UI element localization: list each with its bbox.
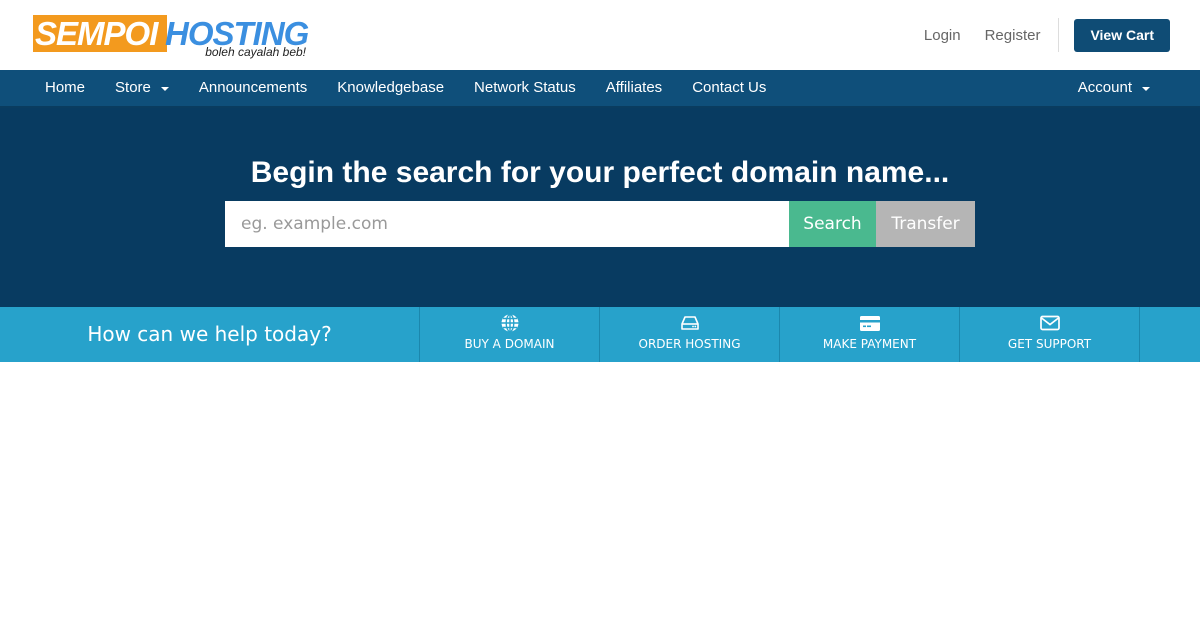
nav-item-network-status[interactable]: Network Status [459,70,591,106]
register-link[interactable]: Register [985,27,1041,44]
nav-item-home[interactable]: Home [30,70,100,106]
domain-search-hero: Begin the search for your perfect domain… [0,108,1200,307]
get-support-link[interactable]: GET SUPPORT [960,307,1140,362]
nav-item-label: Announcements [198,79,308,96]
help-item-label: GET SUPPORT [1007,337,1092,351]
domain-search-form: Search Transfer [225,201,975,247]
divider [1058,18,1060,52]
caret-down-icon [1142,87,1150,91]
help-title: How can we help today? [0,307,420,362]
order-hosting-link[interactable]: ORDER HOSTING [600,307,780,362]
main-nav: Home Store Announcements Knowledgebase N… [0,70,1200,108]
help-bar: How can we help today? BUY A DOMAIN ORDE… [0,307,1200,362]
nav-item-affiliates[interactable]: Affiliates [591,70,677,106]
transfer-button[interactable]: Transfer [876,201,975,247]
envelope-icon [1039,315,1060,331]
make-payment-link[interactable]: MAKE PAYMENT [780,307,960,362]
search-button[interactable]: Search [789,201,876,247]
credit-card-icon [859,316,880,331]
logo[interactable]: SEMPOI HOSTING boleh cayalah beb! [33,15,309,61]
nav-item-label: Affiliates [605,79,663,96]
nav-item-label: Network Status [474,79,576,96]
help-item-label: MAKE PAYMENT [822,337,917,351]
help-item-label: BUY A DOMAIN [464,337,555,351]
nav-item-contact-us[interactable]: Contact Us [677,70,781,106]
domain-search-input[interactable] [225,201,789,247]
buy-domain-link[interactable]: BUY A DOMAIN [420,307,600,362]
nav-item-knowledgebase[interactable]: Knowledgebase [322,70,459,106]
nav-item-store[interactable]: Store [100,70,184,106]
help-bar-filler [1140,307,1200,362]
hero-title: Begin the search for your perfect domain… [250,156,950,189]
globe-icon [501,313,518,333]
top-links: Login Register View Cart [900,18,1170,52]
nav-item-label: Knowledgebase [337,79,445,96]
nav-item-label: Store [115,79,151,96]
help-item-label: ORDER HOSTING [638,337,741,351]
logo-text-sempoi: SEMPOI [35,15,158,52]
view-cart-button[interactable]: View Cart [1074,18,1170,52]
nav-item-announcements[interactable]: Announcements [184,70,322,106]
nav-item-account[interactable]: Account [1063,70,1165,106]
caret-down-icon [160,87,169,91]
nav-item-label: Contact Us [692,79,767,96]
nav-item-label: Home [45,79,86,96]
login-link[interactable]: Login [924,27,961,44]
server-icon [680,316,699,330]
site-header: SEMPOI HOSTING boleh cayalah beb! Login … [0,0,1200,70]
nav-item-label: Account [1077,79,1132,96]
logo-tagline: boleh cayalah beb! [205,45,306,59]
